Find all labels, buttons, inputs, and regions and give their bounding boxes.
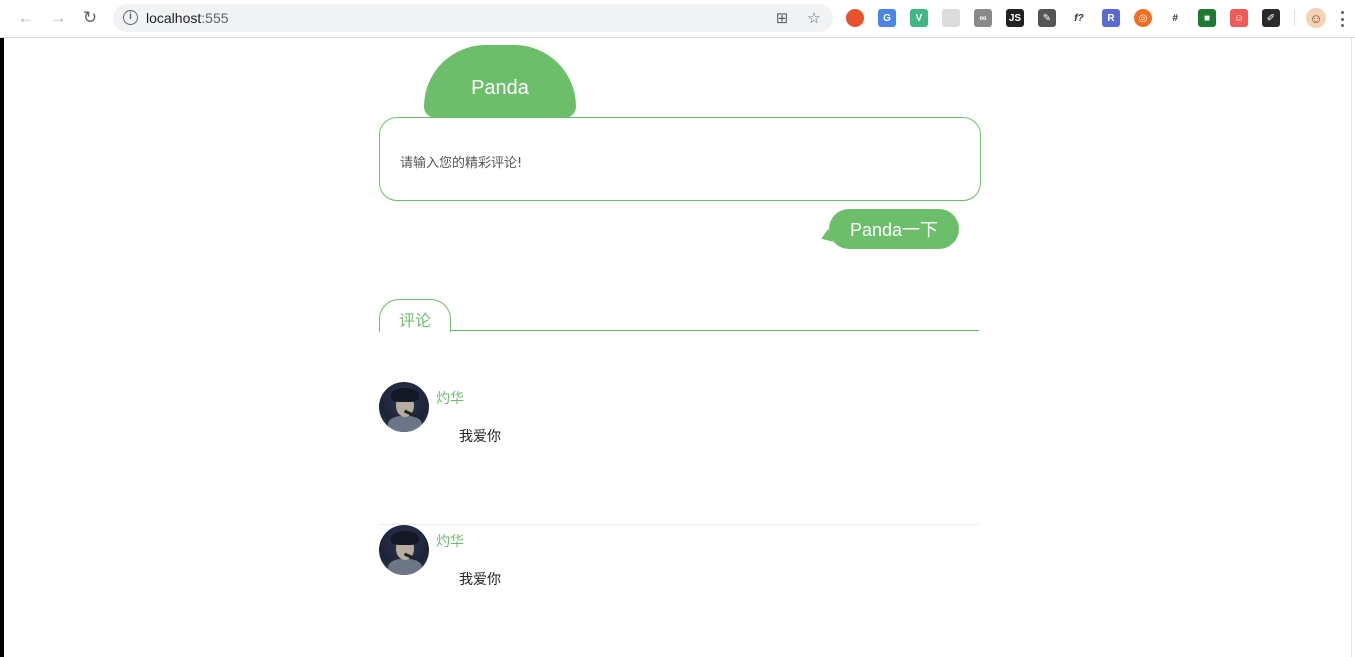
forward-button[interactable]: → [47,7,69,29]
ext-green-square-icon[interactable]: ■ [1198,9,1216,27]
avatar[interactable] [379,382,429,432]
comment-username[interactable]: 灼华 [436,388,464,408]
ext-grid-hash-icon[interactable]: # [1166,9,1184,27]
translate-icon[interactable]: ⊞ [773,9,791,27]
reload-icon: ↻ [82,8,98,27]
back-arrow-icon: ← [17,8,35,27]
user-name-label: Panda [471,77,529,99]
comment-text: 我爱你 [459,572,501,588]
comment-item: 灼华 我爱你 [379,382,979,525]
ext-js-icon[interactable]: JS [1006,9,1024,27]
avatar[interactable] [379,525,429,575]
ext-paint-icon[interactable]: ✐ [1262,9,1280,27]
reload-button[interactable]: ↻ [79,7,101,29]
ext-link-icon[interactable]: ∞ [974,9,992,27]
ext-react-icon[interactable]: R [1102,9,1120,27]
comment-input[interactable]: 请输入您的精彩评论! [379,117,981,201]
star-icon[interactable]: ☆ [805,9,823,27]
submit-comment-label: Panda一下 [849,220,939,240]
address-bar[interactable]: i localhost:555 ⊞ ☆ [113,4,833,32]
ext-google-translate-icon[interactable]: G [878,9,896,27]
comment-item: 灼华 我爱你 [379,525,979,657]
browser-toolbar: ← → ↻ i localhost:555 ⊞ ☆ G V ∞ JS ✎ f? R ◎ # ■ ☺ ✐… [0,0,1355,38]
ext-orange-ball-icon[interactable] [846,9,864,27]
ext-orange-circle-icon[interactable]: ◎ [1134,9,1152,27]
user-name-tab: Panda [424,45,576,118]
comment-username[interactable]: 灼华 [436,531,464,551]
browser-menu-icon[interactable] [1335,9,1349,29]
back-button[interactable]: ← [15,7,37,29]
ext-vue-devtools-icon[interactable]: V [910,9,928,27]
submit-comment-button[interactable]: Panda一下 [829,209,959,249]
forward-arrow-icon: → [49,8,67,27]
comment-text: 我爱你 [459,429,501,445]
url-host: localhost [146,10,202,26]
url-text[interactable]: localhost:555 [146,10,229,26]
url-port: :555 [201,10,229,26]
ext-eyedropper-icon[interactable]: ✎ [1038,9,1056,27]
site-info-icon[interactable]: i [123,10,138,25]
profile-avatar-icon[interactable]: ☺ [1306,8,1326,28]
comments-section-title: 评论 [398,311,431,330]
ext-fonts-icon[interactable]: f? [1070,9,1088,27]
ext-octocat-icon[interactable]: ☺ [1230,9,1248,27]
comment-input-placeholder: 请输入您的精彩评论! [400,156,523,171]
section-divider [450,330,979,331]
comments-section-tab: 评论 [379,299,451,332]
ext-grey-grid-icon[interactable] [942,9,960,27]
window-edge [0,38,4,657]
toolbar-divider [1294,10,1295,26]
scrollbar-track[interactable] [1351,38,1352,657]
